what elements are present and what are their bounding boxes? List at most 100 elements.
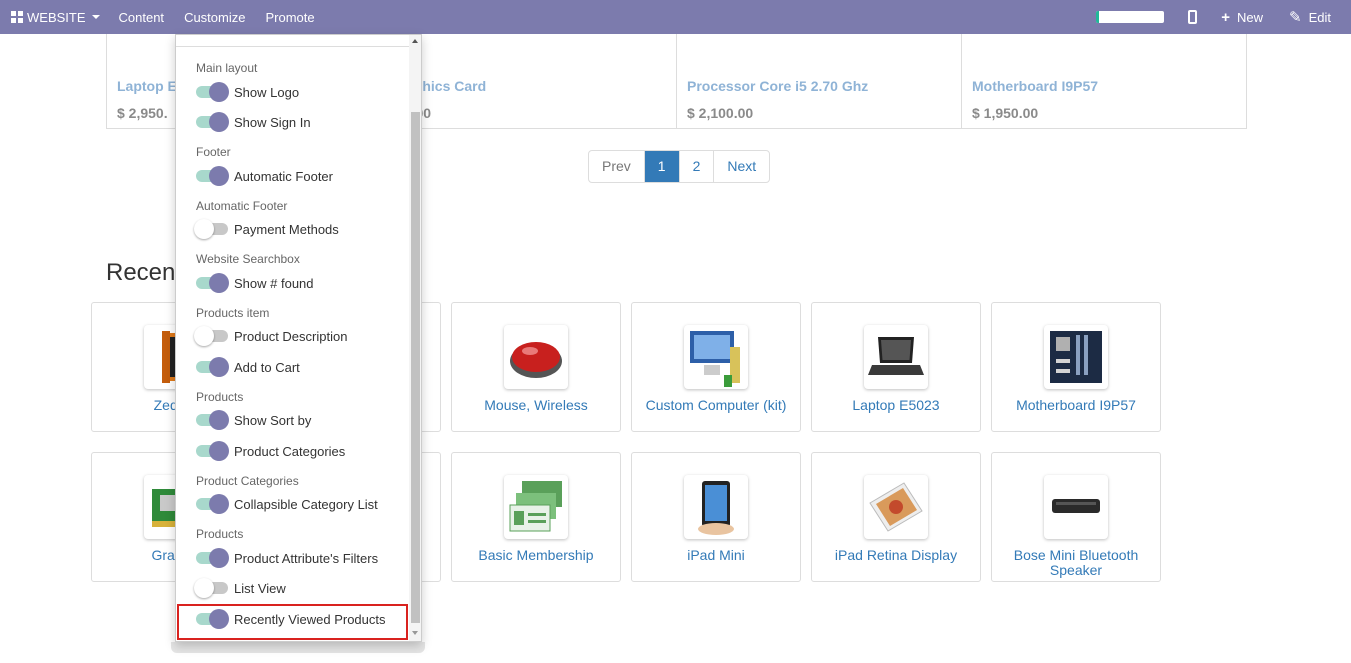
- product-price: $ 2,950.: [117, 105, 168, 121]
- option-label: Show Sort by: [234, 412, 312, 428]
- option-show-logo[interactable]: Show Logo: [194, 80, 299, 104]
- menu-content[interactable]: Content: [109, 10, 175, 25]
- recent-product-name[interactable]: iPad Mini: [636, 548, 796, 563]
- product-name[interactable]: Processor Core i5 2.70 Ghz: [687, 78, 868, 94]
- scrollbar-thumb[interactable]: [411, 112, 420, 623]
- product-price: $ 1,950.00: [972, 105, 1039, 121]
- recent-product-card[interactable]: Custom Computer (kit): [631, 302, 801, 432]
- recently-viewed-title: Recen: [106, 259, 176, 286]
- product-name[interactable]: Laptop E: [117, 78, 177, 94]
- product-card[interactable]: Motherboard I9P57 $ 1,950.00: [962, 34, 1247, 128]
- recent-product-card[interactable]: Basic Membership: [451, 452, 621, 582]
- option-product-description[interactable]: Product Description: [194, 324, 347, 348]
- recent-product-name[interactable]: Mouse, Wireless: [456, 398, 616, 413]
- website-menu-button[interactable]: WEBSITE: [0, 0, 100, 34]
- mouse-icon: [504, 325, 568, 389]
- mobile-preview-icon[interactable]: [1188, 10, 1198, 24]
- scroll-up-icon[interactable]: [412, 39, 418, 43]
- toggle-switch[interactable]: [194, 576, 230, 600]
- pagination: Prev 1 2 Next: [588, 150, 771, 183]
- recent-product-card[interactable]: Motherboard I9P57: [991, 302, 1161, 432]
- toggle-switch[interactable]: [194, 271, 230, 295]
- recent-product-card[interactable]: iPad Retina Display: [811, 452, 981, 582]
- toggle-switch[interactable]: [194, 110, 230, 134]
- menu-header: Main layout: [196, 61, 258, 75]
- option-automatic-footer[interactable]: Automatic Footer: [194, 164, 333, 188]
- product-name[interactable]: Motherboard I9P57: [972, 78, 1098, 94]
- option-label: Collapsible Category List: [234, 496, 378, 512]
- option-label: List View: [234, 580, 286, 596]
- option-add-to-cart[interactable]: Add to Cart: [194, 355, 300, 379]
- plus-icon: +: [1221, 8, 1230, 26]
- option-collapsible-category-list[interactable]: Collapsible Category List: [194, 492, 378, 516]
- toggle-switch[interactable]: [194, 80, 230, 104]
- ipad-mini-icon: [684, 475, 748, 539]
- new-label: New: [1237, 9, 1264, 25]
- speaker-icon: [1044, 475, 1108, 539]
- option-show-sort-by[interactable]: Show Sort by: [194, 408, 311, 432]
- toggle-switch[interactable]: [194, 164, 230, 188]
- option-payment-methods[interactable]: Payment Methods: [194, 217, 339, 241]
- scroll-down-icon[interactable]: [412, 631, 418, 635]
- option-label: Show # found: [234, 275, 314, 291]
- pager-prev[interactable]: Prev: [589, 151, 645, 182]
- toggle-switch[interactable]: [194, 324, 230, 348]
- pager-page-2[interactable]: 2: [680, 151, 715, 182]
- recent-product-name[interactable]: Basic Membership: [456, 548, 616, 563]
- recent-product-name[interactable]: Laptop E5023: [816, 398, 976, 413]
- ipad-retina-icon: [864, 475, 928, 539]
- menu-header: Website Searchbox: [196, 252, 300, 266]
- menu-header: Footer: [196, 145, 231, 159]
- menu-promote[interactable]: Promote: [255, 10, 324, 25]
- toggle-switch[interactable]: [194, 355, 230, 379]
- caret-down-icon: [91, 15, 100, 19]
- recent-product-card[interactable]: Mouse, Wireless: [451, 302, 621, 432]
- dropdown-shadow: [171, 642, 425, 653]
- dropdown-scrollbar[interactable]: [409, 35, 421, 641]
- recent-product-name[interactable]: Bose Mini Bluetooth Speaker: [996, 548, 1156, 578]
- menu-header: Product Categories: [196, 474, 299, 488]
- progress-fill: [1096, 11, 1099, 23]
- option-product-categories[interactable]: Product Categories: [194, 439, 345, 463]
- recent-product-card[interactable]: iPad Mini: [631, 452, 801, 582]
- membership-cards-icon: [504, 475, 568, 539]
- pager-page-1[interactable]: 1: [644, 151, 680, 182]
- website-menu-label: WEBSITE: [27, 9, 86, 25]
- recent-product-card[interactable]: Laptop E5023: [811, 302, 981, 432]
- option-label: Show Logo: [234, 84, 300, 100]
- pager-next[interactable]: Next: [714, 151, 769, 182]
- option-show-found[interactable]: Show # found: [194, 271, 314, 295]
- edit-button[interactable]: ✎ Edit: [1289, 8, 1331, 26]
- toggle-switch[interactable]: [194, 217, 230, 241]
- laptop-icon: [864, 325, 928, 389]
- recent-product-name[interactable]: iPad Retina Display: [816, 548, 976, 563]
- edit-label: Edit: [1308, 9, 1331, 25]
- menu-header: Products: [196, 390, 244, 404]
- computer-kit-icon: [684, 325, 748, 389]
- recent-product-card[interactable]: Bose Mini Bluetooth Speaker: [991, 452, 1161, 582]
- product-card[interactable]: Processor Core i5 2.70 Ghz $ 2,100.00: [677, 34, 962, 128]
- option-list-view[interactable]: List View: [194, 576, 286, 600]
- toggle-switch[interactable]: [194, 492, 230, 516]
- product-card[interactable]: aphics Card 85.00: [392, 34, 677, 128]
- product-price: $ 2,100.00: [687, 105, 754, 121]
- toggle-switch[interactable]: [194, 546, 230, 570]
- pencil-icon: ✎: [1289, 9, 1302, 26]
- recent-product-name[interactable]: Custom Computer (kit): [636, 398, 796, 413]
- option-recently-viewed-products[interactable]: Recently Viewed Products: [194, 607, 386, 631]
- option-label: Recently Viewed Products: [234, 611, 386, 627]
- option-product-attribute-filters[interactable]: Product Attribute's Filters: [194, 546, 378, 570]
- menu-header: Products: [196, 527, 244, 541]
- option-label: Automatic Footer: [234, 168, 333, 184]
- motherboard-icon: [1044, 325, 1108, 389]
- menu-customize[interactable]: Customize: [174, 10, 255, 25]
- new-button[interactable]: + New: [1221, 9, 1263, 26]
- option-label: Add to Cart: [234, 359, 300, 375]
- toggle-switch[interactable]: [194, 408, 230, 432]
- recent-product-name[interactable]: Motherboard I9P57: [996, 398, 1156, 413]
- apps-grid-icon: [11, 11, 23, 23]
- toggle-switch[interactable]: [194, 439, 230, 463]
- menu-header: Automatic Footer: [196, 199, 288, 213]
- toggle-switch[interactable]: [194, 607, 230, 631]
- option-show-sign-in[interactable]: Show Sign In: [194, 110, 311, 134]
